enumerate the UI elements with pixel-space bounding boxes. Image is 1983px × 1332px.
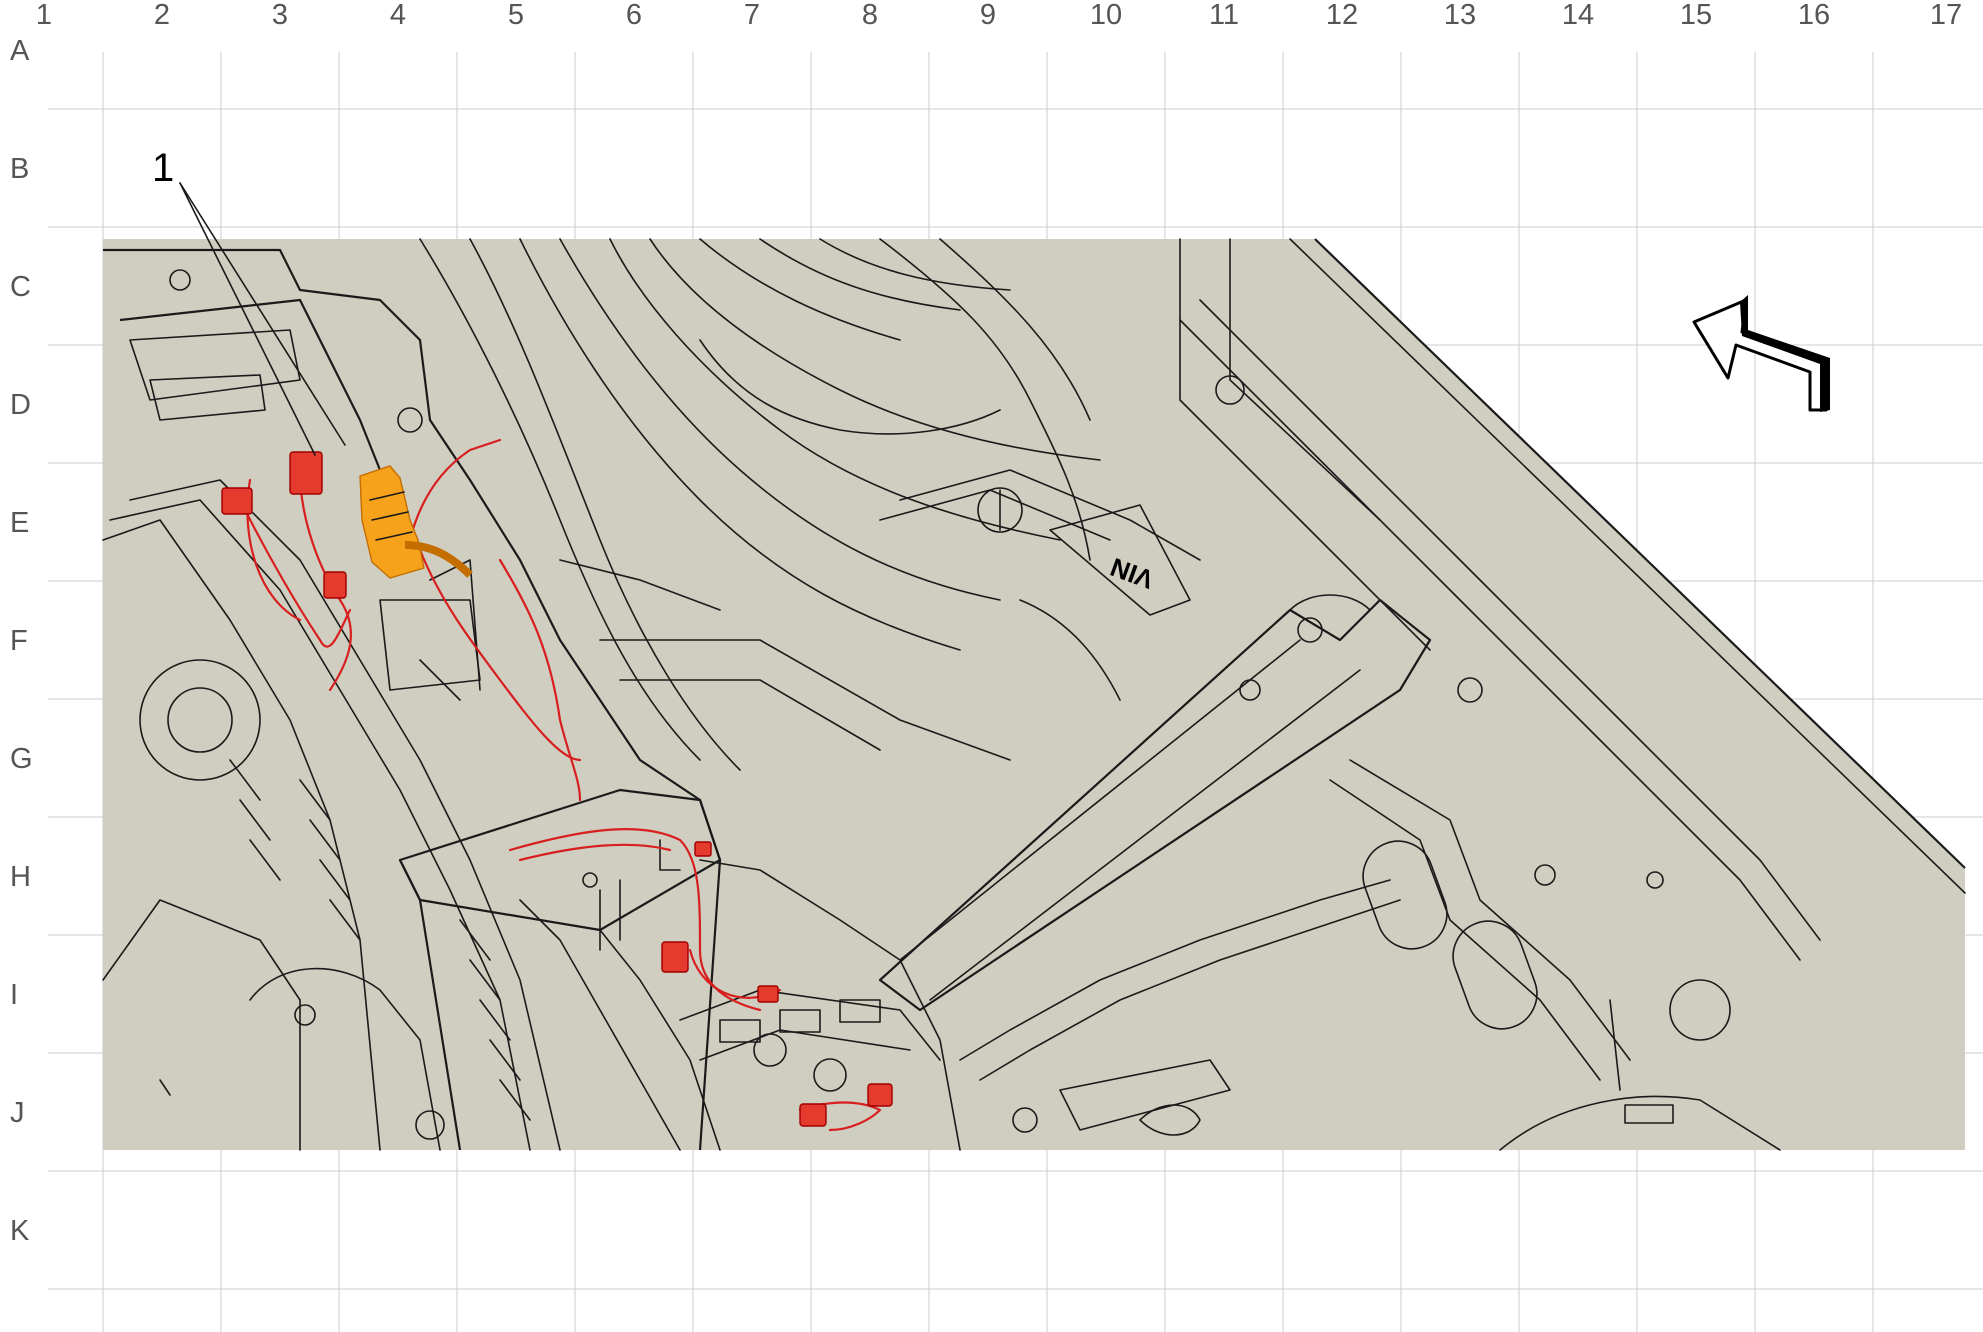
column-label: 3 — [272, 0, 288, 31]
row-label: K — [10, 1215, 30, 1247]
harness-connector — [694, 841, 712, 857]
row-label: J — [10, 1097, 25, 1129]
column-label: 13 — [1444, 0, 1476, 31]
harness-connector — [867, 1083, 893, 1107]
column-label: 17 — [1930, 0, 1962, 31]
harness-connector — [221, 487, 253, 515]
column-label: 9 — [980, 0, 996, 31]
column-label: 2 — [154, 0, 170, 31]
harness-connector — [799, 1103, 827, 1127]
column-label: 8 — [862, 0, 878, 31]
harness-connector — [323, 571, 347, 599]
row-label: B — [10, 153, 29, 185]
column-label: 11 — [1209, 0, 1239, 31]
harness-connector — [757, 985, 779, 1003]
column-label: 1 — [36, 0, 52, 31]
direction-arrow-icon — [1692, 295, 1830, 412]
diagram: 1234567891011121314151617ABCDEFGHIJKL — [10, 0, 1983, 1332]
column-label: 4 — [390, 0, 406, 31]
column-label: 15 — [1680, 0, 1712, 31]
illustration-panel: VIN — [102, 182, 1966, 1151]
callout-label-1: 1 — [152, 146, 174, 190]
row-label: G — [10, 743, 33, 775]
column-label: 16 — [1798, 0, 1830, 31]
row-label: E — [10, 507, 29, 539]
row-label: A — [10, 35, 30, 67]
row-label: I — [10, 979, 18, 1011]
column-label: 7 — [744, 0, 760, 31]
row-label: F — [10, 625, 28, 657]
column-label: 10 — [1090, 0, 1122, 31]
harness-connector — [289, 451, 323, 495]
column-label: 12 — [1326, 0, 1358, 31]
column-label: 14 — [1562, 0, 1594, 31]
row-label: H — [10, 861, 31, 893]
column-label: 6 — [626, 0, 642, 31]
panel-background — [103, 239, 1965, 1150]
column-label: 5 — [508, 0, 524, 31]
harness-connector — [661, 941, 689, 973]
row-label: C — [10, 271, 31, 303]
row-label: D — [10, 389, 31, 421]
